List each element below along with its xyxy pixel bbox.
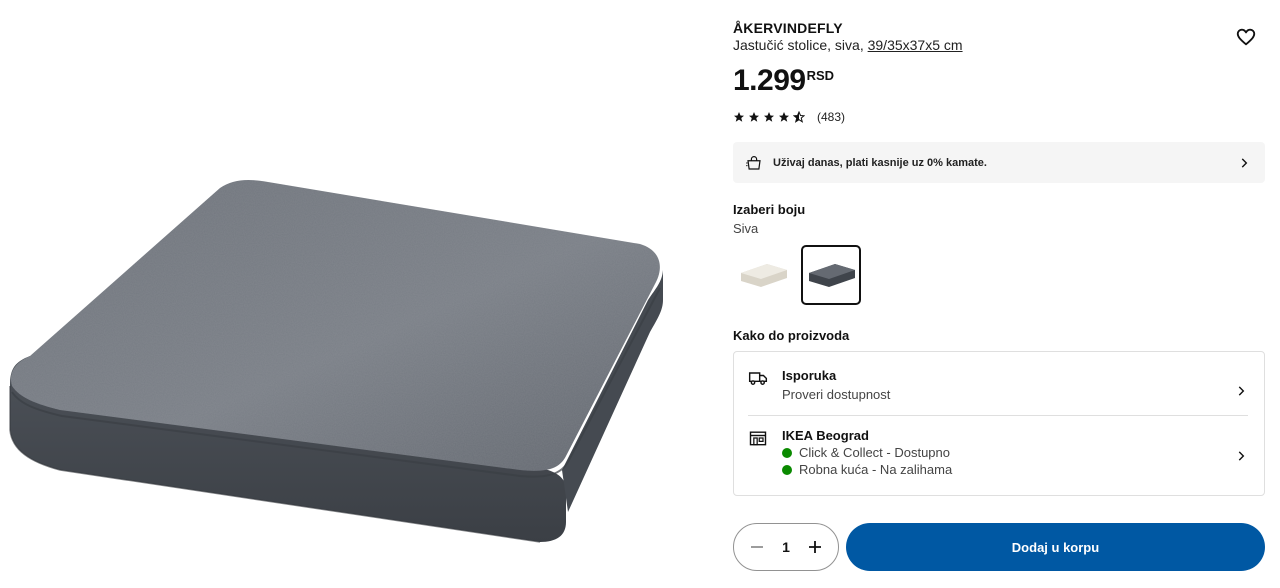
in-stock-dot [782,447,792,458]
product-name: ÅKERVINDEFLY [733,20,843,36]
price-currency: RSD [806,68,835,83]
pay-later-text: Uživaj danas, plati kasnije uz 0% kamate… [773,156,987,169]
store-stock-text: Robna kuća - Na zalihama [799,462,953,477]
chevron-right-icon [1238,451,1245,461]
star-icon [749,112,759,122]
star-icon [779,112,789,122]
minus-icon [751,546,763,548]
selected-color: Siva [733,221,759,236]
availability-heading: Kako do proizvoda [733,328,850,343]
click-collect-text: Click & Collect - Dostupno [799,445,950,460]
seat-cushion-image [9,180,663,543]
product-type: Jastučić stolice, siva, [733,37,868,53]
color-heading: Izaberi boju [733,202,806,217]
divider [748,415,1248,416]
delivery-title: Isporuka [782,368,837,383]
store-title: IKEA Beograd [782,428,869,443]
delivery-option[interactable]: Isporuka Proveri dostupnost [748,366,1248,416]
in-stock-dot [782,464,792,475]
price-amount: 1.299 [733,64,806,97]
product-description: Jastučić stolice, siva, 39/35x37x5 cm [733,37,963,53]
shopping-bag-icon [746,155,761,170]
truck-icon [748,372,768,385]
product-info: ÅKERVINDEFLY Jastučić stolice, siva, 39/… [733,0,1265,588]
pay-later-banner[interactable]: Uživaj danas, plati kasnije uz 0% kamate… [733,142,1265,183]
beige-cushion-thumbnail [741,264,787,287]
rating[interactable]: (483) [733,110,845,124]
chevron-right-icon [1238,386,1245,396]
color-swatches [733,245,861,305]
delivery-subtitle: Proveri dostupnost [782,387,891,402]
color-option-beige[interactable] [733,245,793,305]
chevron-right-icon [1241,157,1248,168]
store-option[interactable]: IKEA Beograd Click & Collect - Dostupno … [748,426,1248,486]
quantity-stepper [733,523,839,571]
half-star-icon [793,111,805,123]
increase-quantity-button[interactable] [806,538,824,556]
star-icon [764,112,774,122]
color-option-gray[interactable] [801,245,861,305]
availability-box: Isporuka Proveri dostupnost IKEA Beograd… [733,351,1265,496]
add-to-cart-button[interactable]: Dodaj u korpu [846,523,1265,571]
product-dimensions-link[interactable]: 39/35x37x5 cm [868,37,963,53]
store-icon [749,431,767,446]
decrease-quantity-button[interactable] [748,538,766,556]
gray-cushion-thumbnail [809,264,855,287]
quantity-input[interactable] [776,539,796,555]
click-collect-status: Click & Collect - Dostupno [782,445,1234,460]
product-price: 1.299RSD [733,64,834,98]
product-image [0,0,700,588]
review-count: (483) [817,110,846,124]
plus-icon [809,541,821,553]
rating-stars [733,111,805,123]
store-stock-status: Robna kuća - Na zalihama [782,462,1234,477]
heart-icon[interactable] [1235,26,1257,48]
star-icon [734,112,744,122]
